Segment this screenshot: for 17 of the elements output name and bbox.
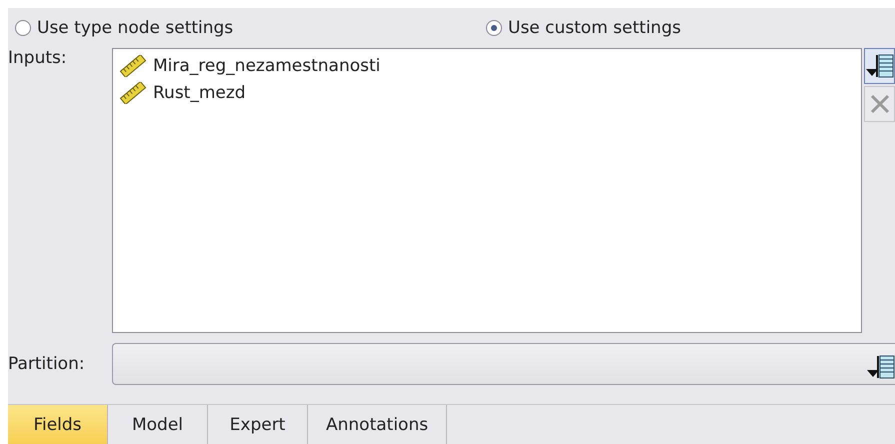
close-icon [868, 93, 890, 115]
field-picker-button[interactable] [864, 48, 895, 84]
partition-label: Partition: [8, 354, 86, 374]
inputs-list[interactable]: Mira_reg_nezamestnanosti Rust_mezd [112, 48, 862, 333]
radio-option[interactable]: Use type node settings [15, 18, 486, 38]
inputs-label: Inputs: [8, 48, 68, 70]
tab[interactable]: Fields [8, 405, 108, 444]
field-name[interactable]: Mira_reg_nezamestnanosti [153, 56, 380, 76]
partition-field[interactable] [112, 343, 895, 385]
radio-label: Use custom settings [508, 18, 681, 38]
radio-button[interactable] [486, 20, 502, 36]
field-list-icon [866, 354, 895, 380]
field-name[interactable]: Rust_mezd [153, 82, 246, 102]
field-list-icon [865, 53, 894, 79]
radio-button[interactable] [15, 20, 31, 36]
radio-option[interactable]: Use custom settings [486, 18, 786, 38]
radio-label: Use type node settings [37, 18, 234, 38]
